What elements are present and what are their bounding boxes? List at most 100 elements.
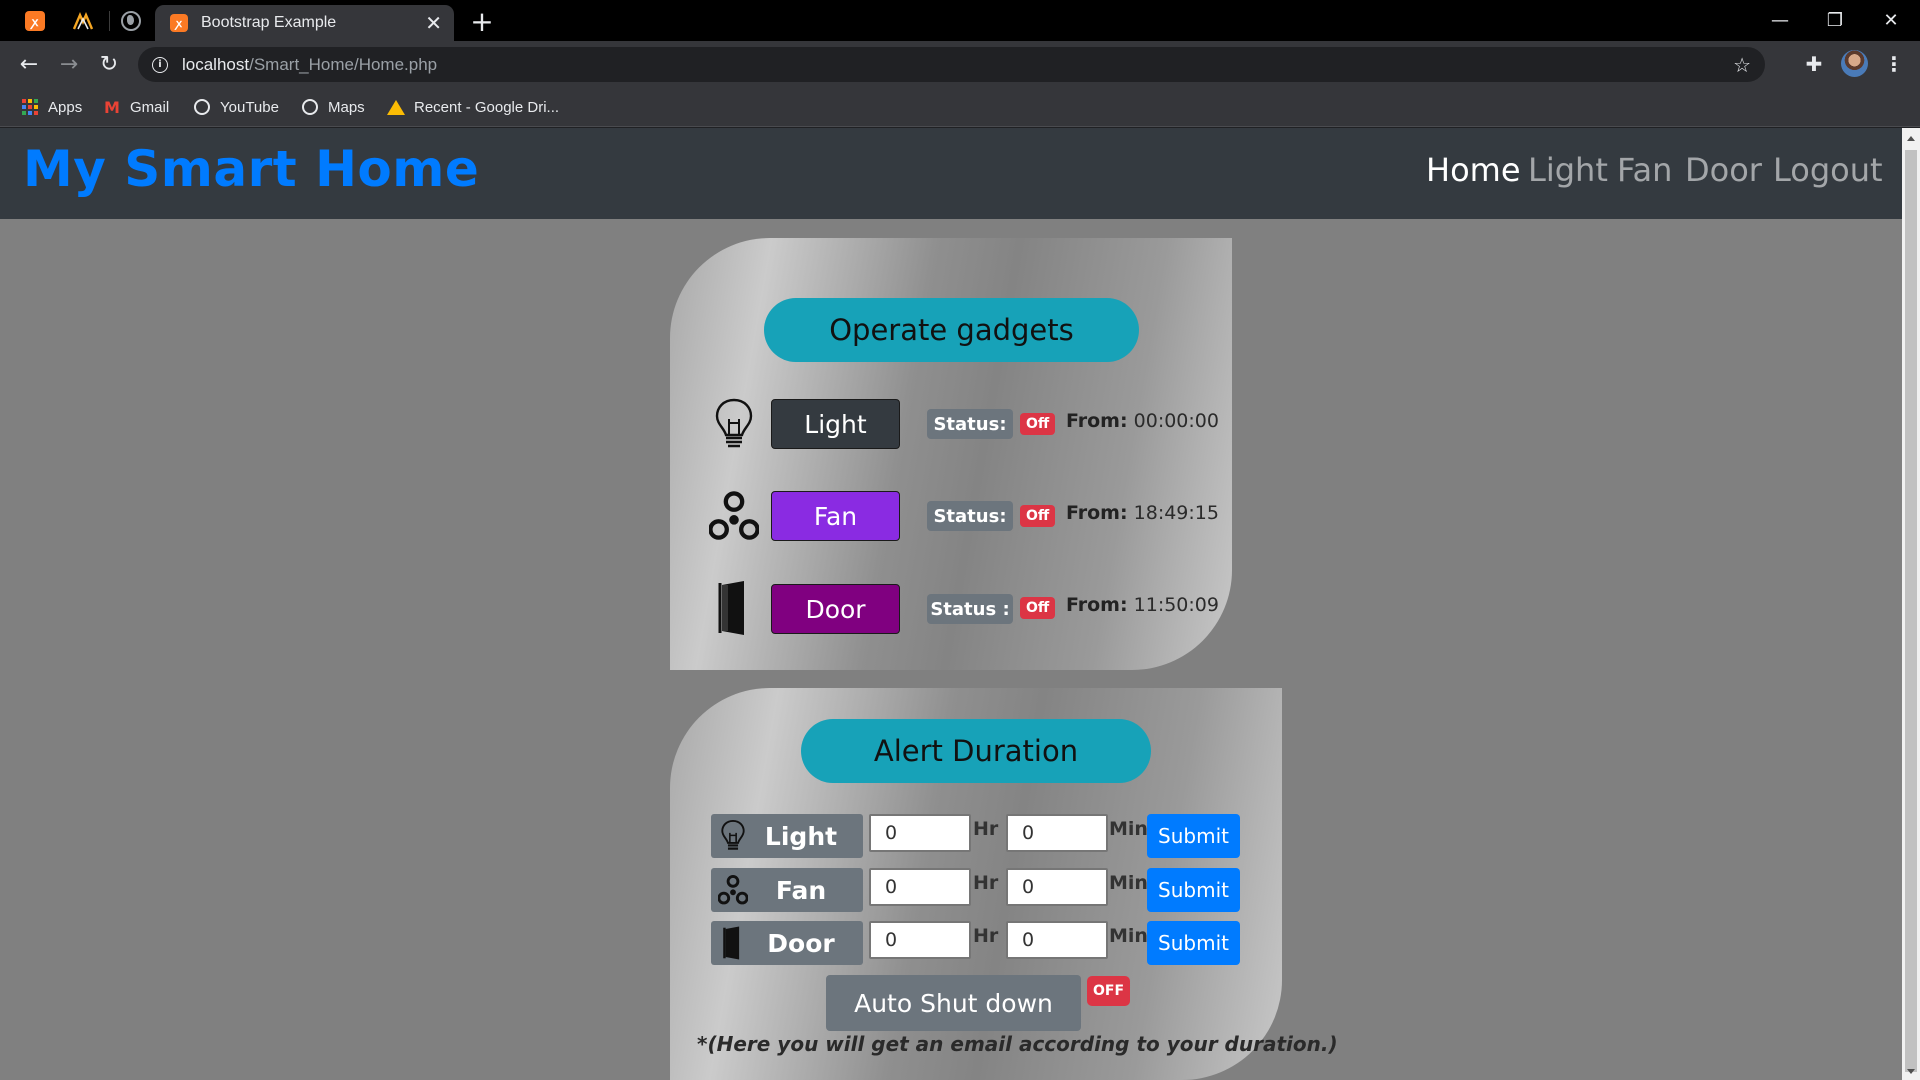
minutes-unit-label: Min bbox=[1109, 818, 1148, 840]
bookmark-label: YouTube bbox=[220, 98, 279, 116]
fan-toggle-button[interactable]: Fan bbox=[771, 491, 900, 541]
close-window-icon[interactable]: ✕ bbox=[1863, 0, 1919, 41]
door-submit-button[interactable]: Submit bbox=[1147, 921, 1240, 965]
fan-submit-button[interactable]: Submit bbox=[1147, 868, 1240, 912]
xampp-icon: ꭗ bbox=[170, 14, 188, 32]
light-hours-input[interactable] bbox=[869, 814, 971, 852]
address-bar[interactable]: i localhost/Smart_Home/Home.php ☆ bbox=[138, 47, 1765, 82]
url-text[interactable]: localhost/Smart_Home/Home.php bbox=[182, 55, 437, 75]
lightbulb-icon bbox=[711, 814, 755, 858]
light-from-text: From: 00:00:00 bbox=[1066, 410, 1219, 432]
nav-link-home[interactable]: Home bbox=[1426, 151, 1521, 189]
door-hours-input[interactable] bbox=[869, 921, 971, 959]
pinned-tab-xampp[interactable]: ꭗ bbox=[18, 6, 52, 36]
pinned-tab-globe[interactable] bbox=[114, 6, 148, 36]
back-arrow-icon[interactable]: ← bbox=[14, 49, 44, 79]
operate-gadgets-title: Operate gadgets bbox=[764, 298, 1139, 362]
door-from-text: From: 11:50:09 bbox=[1066, 594, 1219, 616]
globe-icon bbox=[302, 99, 318, 115]
lightbulb-icon bbox=[709, 396, 759, 452]
light-minutes-input[interactable] bbox=[1006, 814, 1108, 852]
page-scrollbar[interactable] bbox=[1902, 128, 1920, 1080]
from-label: From: bbox=[1066, 502, 1128, 524]
door-toggle-button[interactable]: Door bbox=[771, 584, 900, 634]
forward-arrow-icon[interactable]: → bbox=[54, 49, 84, 79]
page-viewport: My Smart Home Home Light Fan Door Logout… bbox=[0, 128, 1902, 1080]
minimize-window-icon[interactable]: — bbox=[1752, 0, 1808, 41]
active-tab[interactable]: ꭗ Bootstrap Example ✕ bbox=[155, 5, 454, 41]
light-toggle-button[interactable]: Light bbox=[771, 399, 900, 449]
browser-tab-strip: ꭗ ꭗ Bootstrap Example ✕ + — ❐ ✕ bbox=[0, 0, 1920, 41]
tab-separator bbox=[109, 11, 110, 31]
fan-from-time: 18:49:15 bbox=[1133, 502, 1219, 524]
restore-window-icon[interactable]: ❐ bbox=[1807, 0, 1863, 41]
fan-icon bbox=[709, 488, 759, 544]
nav-link-light[interactable]: Light bbox=[1528, 151, 1608, 189]
framework-logo-icon bbox=[72, 11, 94, 30]
scroll-down-arrow-icon[interactable] bbox=[1907, 1069, 1915, 1074]
google-drive-icon bbox=[387, 99, 405, 115]
bookmark-label: Recent - Google Dri... bbox=[414, 98, 560, 116]
door-minutes-input[interactable] bbox=[1006, 921, 1108, 959]
close-tab-icon[interactable]: ✕ bbox=[425, 13, 442, 33]
from-label: From: bbox=[1066, 410, 1128, 432]
bookmark-gmail[interactable]: M Gmail bbox=[103, 94, 169, 120]
extensions-puzzle-icon[interactable]: ✚ bbox=[1800, 50, 1828, 78]
fan-icon bbox=[711, 868, 755, 912]
url-host: localhost bbox=[182, 54, 250, 74]
auto-shutdown-button[interactable]: Auto Shut down bbox=[826, 975, 1081, 1031]
auto-shutdown-off-badge: OFF bbox=[1087, 976, 1131, 1006]
bookmark-star-icon[interactable]: ☆ bbox=[1733, 53, 1751, 77]
url-path: /Smart_Home/Home.php bbox=[249, 54, 438, 74]
door-from-time: 11:50:09 bbox=[1133, 594, 1219, 616]
tab-title: Bootstrap Example bbox=[201, 14, 337, 31]
fan-status-off-badge: Off bbox=[1020, 505, 1056, 527]
bookmark-google-drive[interactable]: Recent - Google Dri... bbox=[387, 94, 559, 120]
gmail-icon: M bbox=[104, 97, 120, 117]
light-status-label: Status: bbox=[927, 409, 1013, 439]
light-from-time: 00:00:00 bbox=[1133, 410, 1219, 432]
scrollbar-thumb[interactable] bbox=[1905, 150, 1917, 1072]
browser-toolbar: ← → ↻ i localhost/Smart_Home/Home.php ☆ … bbox=[0, 41, 1920, 87]
pinned-tab-codeigniter[interactable] bbox=[66, 6, 100, 36]
fan-minutes-input[interactable] bbox=[1006, 868, 1108, 906]
nav-link-door[interactable]: Door bbox=[1685, 151, 1762, 189]
scroll-up-arrow-icon[interactable] bbox=[1907, 136, 1915, 141]
minutes-unit-label: Min bbox=[1109, 872, 1148, 894]
door-icon bbox=[711, 921, 755, 965]
light-submit-button[interactable]: Submit bbox=[1147, 814, 1240, 858]
minutes-unit-label: Min bbox=[1109, 925, 1148, 947]
alert-duration-title: Alert Duration bbox=[801, 719, 1151, 783]
hours-unit-label: Hr bbox=[973, 925, 999, 947]
bookmark-maps[interactable]: Maps bbox=[301, 94, 365, 120]
nav-link-fan[interactable]: Fan bbox=[1617, 151, 1672, 189]
bookmark-label: Apps bbox=[48, 98, 83, 116]
reload-icon[interactable]: ↻ bbox=[94, 49, 124, 79]
email-note: *(Here you will get an email according t… bbox=[697, 1032, 1338, 1056]
light-status-off-badge: Off bbox=[1020, 413, 1056, 435]
site-info-icon[interactable]: i bbox=[152, 56, 168, 73]
browser-menu-icon[interactable]: ⋮ bbox=[1880, 50, 1908, 78]
from-label: From: bbox=[1066, 594, 1128, 616]
fan-status-label: Status: bbox=[927, 501, 1013, 531]
apps-grid-icon bbox=[21, 98, 39, 116]
new-tab-button[interactable]: + bbox=[466, 5, 498, 38]
bookmark-label: Maps bbox=[328, 98, 365, 116]
bookmarks-bar: Apps M Gmail YouTube Maps Recent - Googl… bbox=[0, 87, 1920, 127]
bookmark-apps[interactable]: Apps bbox=[21, 94, 82, 120]
profile-avatar[interactable] bbox=[1841, 50, 1868, 77]
globe-icon bbox=[121, 11, 141, 31]
alert-light-label: Light bbox=[711, 814, 863, 858]
bookmark-youtube[interactable]: YouTube bbox=[193, 94, 279, 120]
xampp-icon: ꭗ bbox=[25, 11, 45, 31]
nav-link-logout[interactable]: Logout bbox=[1773, 151, 1883, 189]
hours-unit-label: Hr bbox=[973, 872, 999, 894]
hours-unit-label: Hr bbox=[973, 818, 999, 840]
bookmark-label: Gmail bbox=[130, 98, 170, 116]
site-brand[interactable]: My Smart Home bbox=[23, 140, 479, 198]
alert-door-label: Door bbox=[711, 921, 863, 965]
alert-row-label: Fan bbox=[775, 875, 827, 905]
globe-icon bbox=[194, 99, 210, 115]
fan-hours-input[interactable] bbox=[869, 868, 971, 906]
door-status-label: Status : bbox=[927, 594, 1013, 624]
